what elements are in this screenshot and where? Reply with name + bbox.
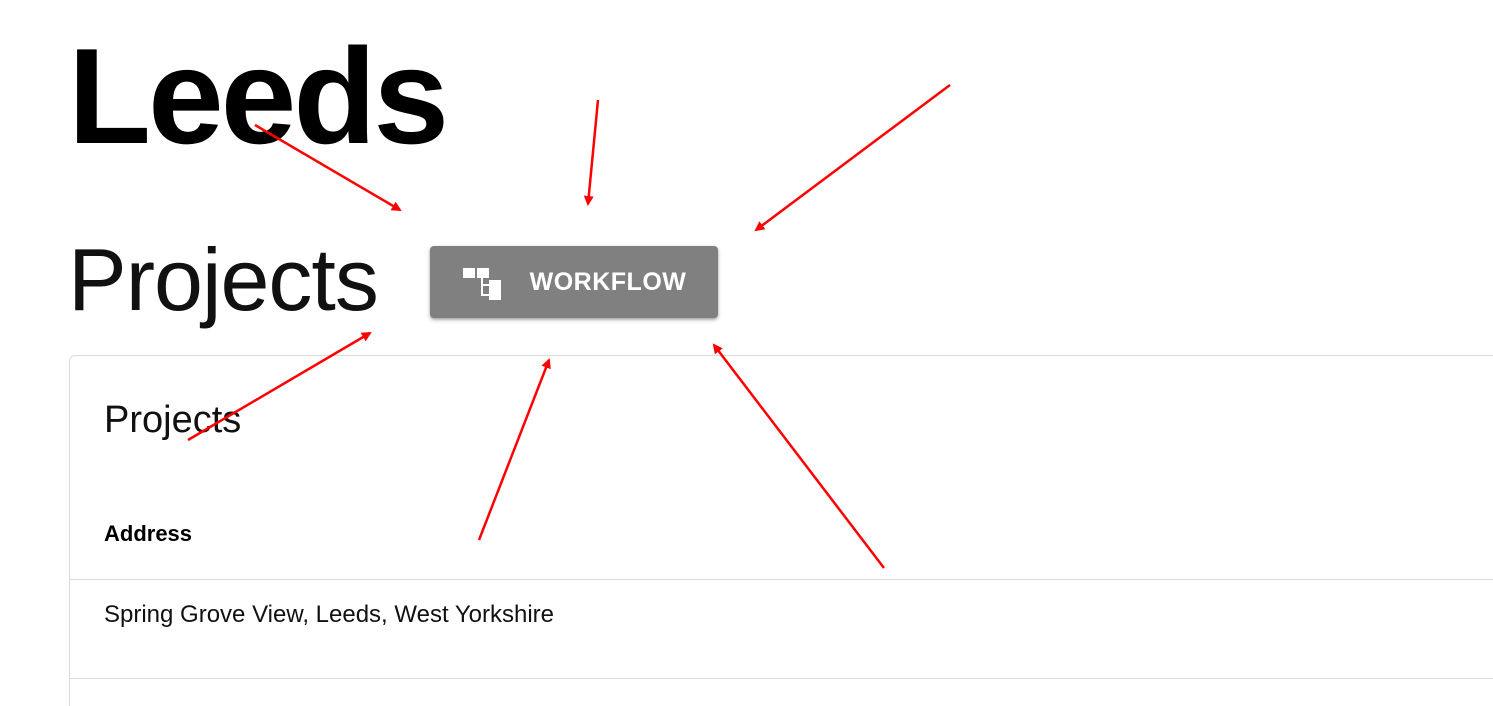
projects-heading-row: Projects [68, 225, 379, 335]
projects-heading: Projects [68, 230, 379, 329]
header-divider [70, 579, 1493, 580]
workflow-tree-icon [462, 264, 504, 300]
row-divider [70, 678, 1493, 679]
annotation-arrow [583, 99, 600, 206]
projects-card: Projects Address Spring Grove View, Leed… [69, 355, 1493, 706]
page: Leeds Projects WORKFLOW Projects Address… [0, 0, 1493, 706]
column-header-address: Address [104, 521, 193, 546]
card-title: Projects [104, 399, 242, 441]
table-cell-address[interactable]: Spring Grove View, Leeds, West Yorkshire [104, 601, 554, 629]
workflow-button-label: WORKFLOW [529, 267, 687, 296]
city-title: Leeds [68, 20, 449, 172]
workflow-button[interactable]: WORKFLOW [430, 246, 718, 318]
annotation-arrow [754, 83, 951, 232]
